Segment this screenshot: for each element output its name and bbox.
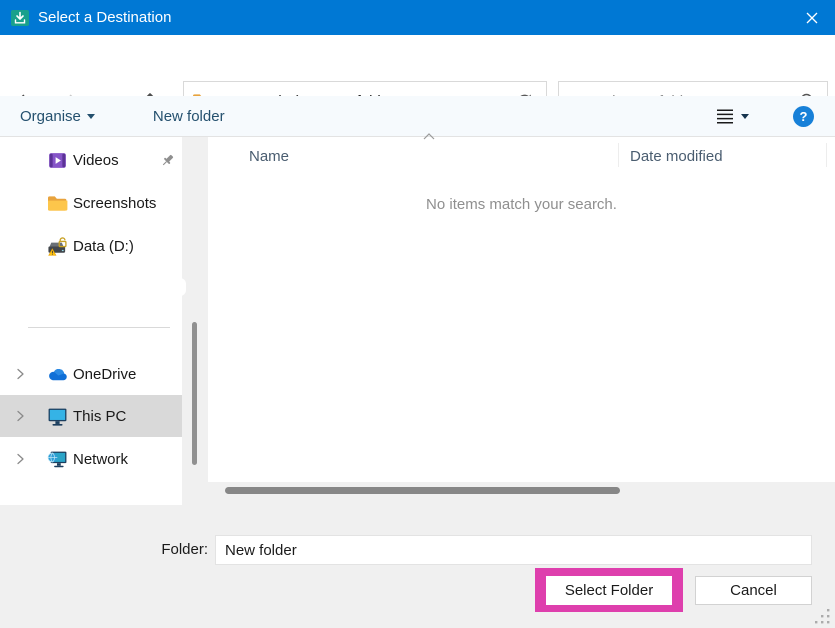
sidebar-scrollbar-thumb[interactable] [192, 322, 197, 465]
sidebar-item-label: OneDrive [73, 366, 136, 383]
column-separator[interactable] [826, 143, 827, 167]
empty-folder-message: No items match your search. [208, 196, 835, 213]
expand-chevron-icon[interactable] [14, 368, 26, 380]
computer-icon [47, 406, 68, 427]
sidebar-item-data-drive[interactable]: Data (D:) [0, 225, 182, 267]
folder-name-input[interactable] [215, 535, 812, 565]
command-bar-right: ? [716, 96, 835, 137]
close-icon [805, 11, 819, 25]
app-download-icon [10, 8, 30, 28]
sidebar-scrollbar-track[interactable] [174, 278, 186, 296]
horizontal-scrollbar-thumb[interactable] [225, 487, 620, 494]
organise-menu[interactable]: Organise [20, 108, 95, 125]
new-folder-label: New folder [153, 108, 225, 125]
sidebar-item-label: This PC [73, 408, 126, 425]
navigation-toolbar: « Data (D:) › New folder [0, 35, 835, 96]
dropdown-caret-icon [87, 114, 95, 119]
window-title: Select a Destination [38, 9, 171, 26]
sidebar-item-label: Data (D:) [73, 238, 134, 255]
organise-label: Organise [20, 108, 81, 125]
select-folder-button[interactable]: Select Folder [546, 576, 672, 605]
network-icon [47, 449, 68, 470]
navigation-sidebar: Videos Screenshots [0, 137, 182, 505]
sidebar-item-label: Videos [73, 152, 119, 169]
sidebar-item-screenshots[interactable]: Screenshots [0, 182, 182, 224]
sidebar-item-videos[interactable]: Videos [0, 139, 182, 181]
drive-lock-icon [47, 236, 68, 257]
close-button[interactable] [789, 0, 835, 35]
folder-icon [47, 193, 68, 214]
column-header-name[interactable]: Name [249, 148, 289, 165]
onedrive-cloud-icon [47, 364, 68, 385]
select-destination-dialog: Select a Destination [0, 0, 835, 628]
list-view-icon [716, 108, 734, 125]
expand-chevron-icon[interactable] [14, 410, 26, 422]
column-separator[interactable] [618, 143, 619, 167]
help-button[interactable]: ? [793, 106, 814, 127]
change-view-button[interactable] [716, 108, 749, 125]
sidebar-item-label: Network [73, 451, 128, 468]
sidebar-item-onedrive[interactable]: OneDrive [0, 353, 182, 395]
file-list-pane: Name Date modified No items match your s… [208, 137, 835, 482]
sort-ascending-icon [422, 132, 436, 141]
sidebar-divider [28, 327, 170, 328]
help-icon: ? [800, 109, 808, 124]
folder-field-label: Folder: [100, 541, 208, 558]
titlebar: Select a Destination [0, 0, 835, 35]
sidebar-item-this-pc[interactable]: This PC [0, 395, 182, 437]
new-folder-menu-button[interactable]: New folder [153, 108, 225, 125]
command-bar: Organise New folder [0, 96, 835, 137]
expand-chevron-icon[interactable] [14, 453, 26, 465]
pin-icon [160, 153, 175, 168]
sidebar-item-network[interactable]: Network [0, 438, 182, 480]
resize-grip[interactable] [814, 608, 832, 626]
column-header-date-modified[interactable]: Date modified [630, 148, 723, 165]
videos-icon [47, 150, 68, 171]
view-caret-icon [741, 114, 749, 119]
sidebar-item-label: Screenshots [73, 195, 156, 212]
cancel-button[interactable]: Cancel [695, 576, 812, 605]
